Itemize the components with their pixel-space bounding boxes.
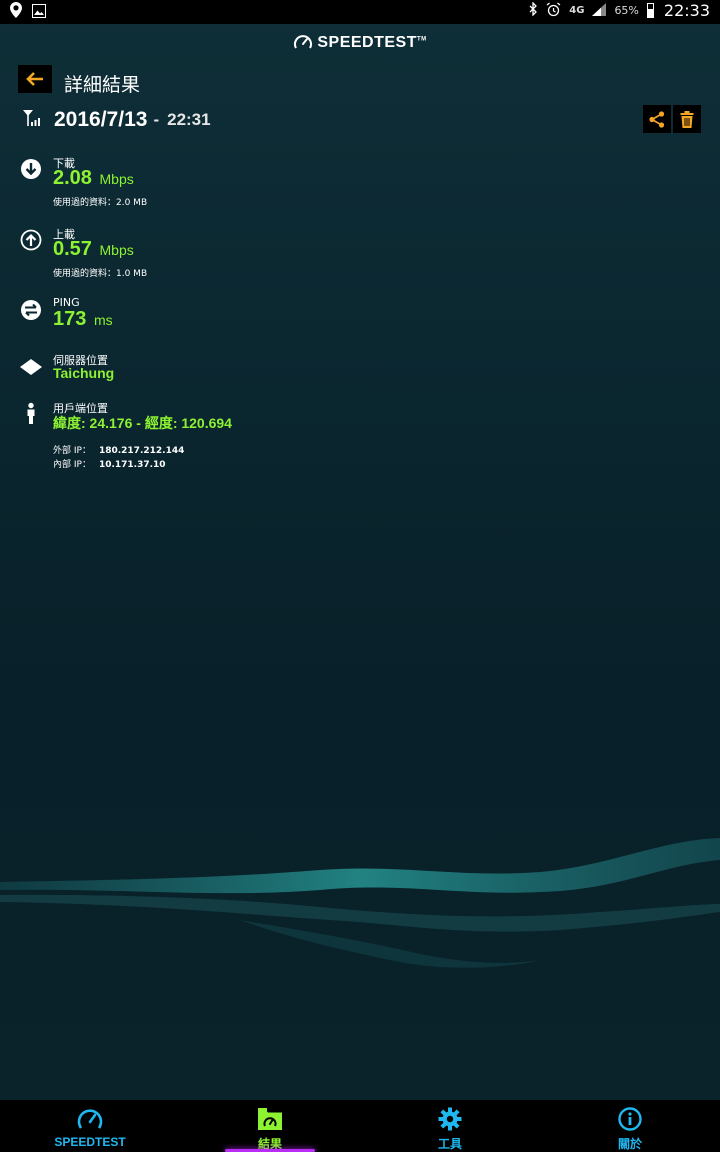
results-folder-icon (258, 1108, 282, 1130)
client-coords: 緯度: 24.176 - 經度: 120.694 (53, 415, 232, 431)
download-speed: 2.08 Mbps (53, 167, 134, 189)
share-button[interactable] (643, 105, 671, 133)
page-title: 詳細結果 (64, 74, 141, 96)
result-time: 22:31 (167, 110, 211, 129)
server-name: Taichung (53, 365, 115, 381)
tab-about[interactable]: 關於 (540, 1100, 720, 1152)
back-arrow-icon (26, 72, 43, 86)
bottom-nav: SPEEDTEST 結果 工具 關於 (0, 1100, 720, 1152)
tab-results[interactable]: 結果 (180, 1100, 360, 1152)
trash-icon (680, 110, 694, 128)
back-button[interactable] (18, 65, 52, 93)
battery-icon (646, 3, 654, 18)
result-date: 2016/7/13 (54, 108, 148, 131)
date-separator: - (153, 110, 160, 129)
ping-icon (21, 300, 41, 320)
location-pin-icon (10, 2, 22, 22)
bluetooth-icon (529, 1, 538, 19)
gallery-notification-icon (32, 3, 46, 22)
decorative-wave (0, 838, 720, 968)
brand-name: SPEEDTEST (317, 34, 417, 51)
person-icon (27, 402, 35, 424)
delete-button[interactable] (673, 105, 701, 133)
download-data-used: 使用過的資料：2.0 MB (53, 198, 148, 208)
signal-icon (592, 2, 607, 19)
gear-icon (438, 1107, 462, 1131)
server-location-icon (20, 359, 42, 375)
upload-icon (20, 229, 42, 251)
upload-data-used: 使用過的資料：1.0 MB (53, 269, 148, 279)
app-logo: SPEEDTESTTM (0, 33, 720, 52)
internal-ip-row: 內部 IP： 10.171.37.10 (53, 460, 166, 470)
tab-tools[interactable]: 工具 (360, 1100, 540, 1152)
external-ip-row: 外部 IP： 180.217.212.144 (53, 446, 185, 456)
ip-info: 外部 IP： 180.217.212.144 內部 IP： 10.171.37.10 (53, 444, 184, 472)
status-bar: 4G 65% 22:33 (0, 0, 720, 24)
download-icon (21, 159, 41, 179)
share-icon (649, 110, 665, 128)
status-time: 22:33 (663, 1, 710, 20)
result-datetime: 2016/7/13 - 22:31 (22, 108, 211, 132)
info-icon (618, 1107, 642, 1131)
speedometer-icon (294, 35, 313, 49)
ping-value: 173 ms (53, 308, 113, 330)
network-type: 4G (569, 5, 585, 16)
speedometer-icon (77, 1109, 103, 1129)
tab-speedtest[interactable]: SPEEDTEST (0, 1100, 180, 1152)
upload-speed: 0.57 Mbps (53, 238, 134, 260)
network-signal-icon (22, 109, 44, 131)
alarm-icon (546, 1, 561, 20)
battery-percent: 65% (614, 4, 639, 17)
